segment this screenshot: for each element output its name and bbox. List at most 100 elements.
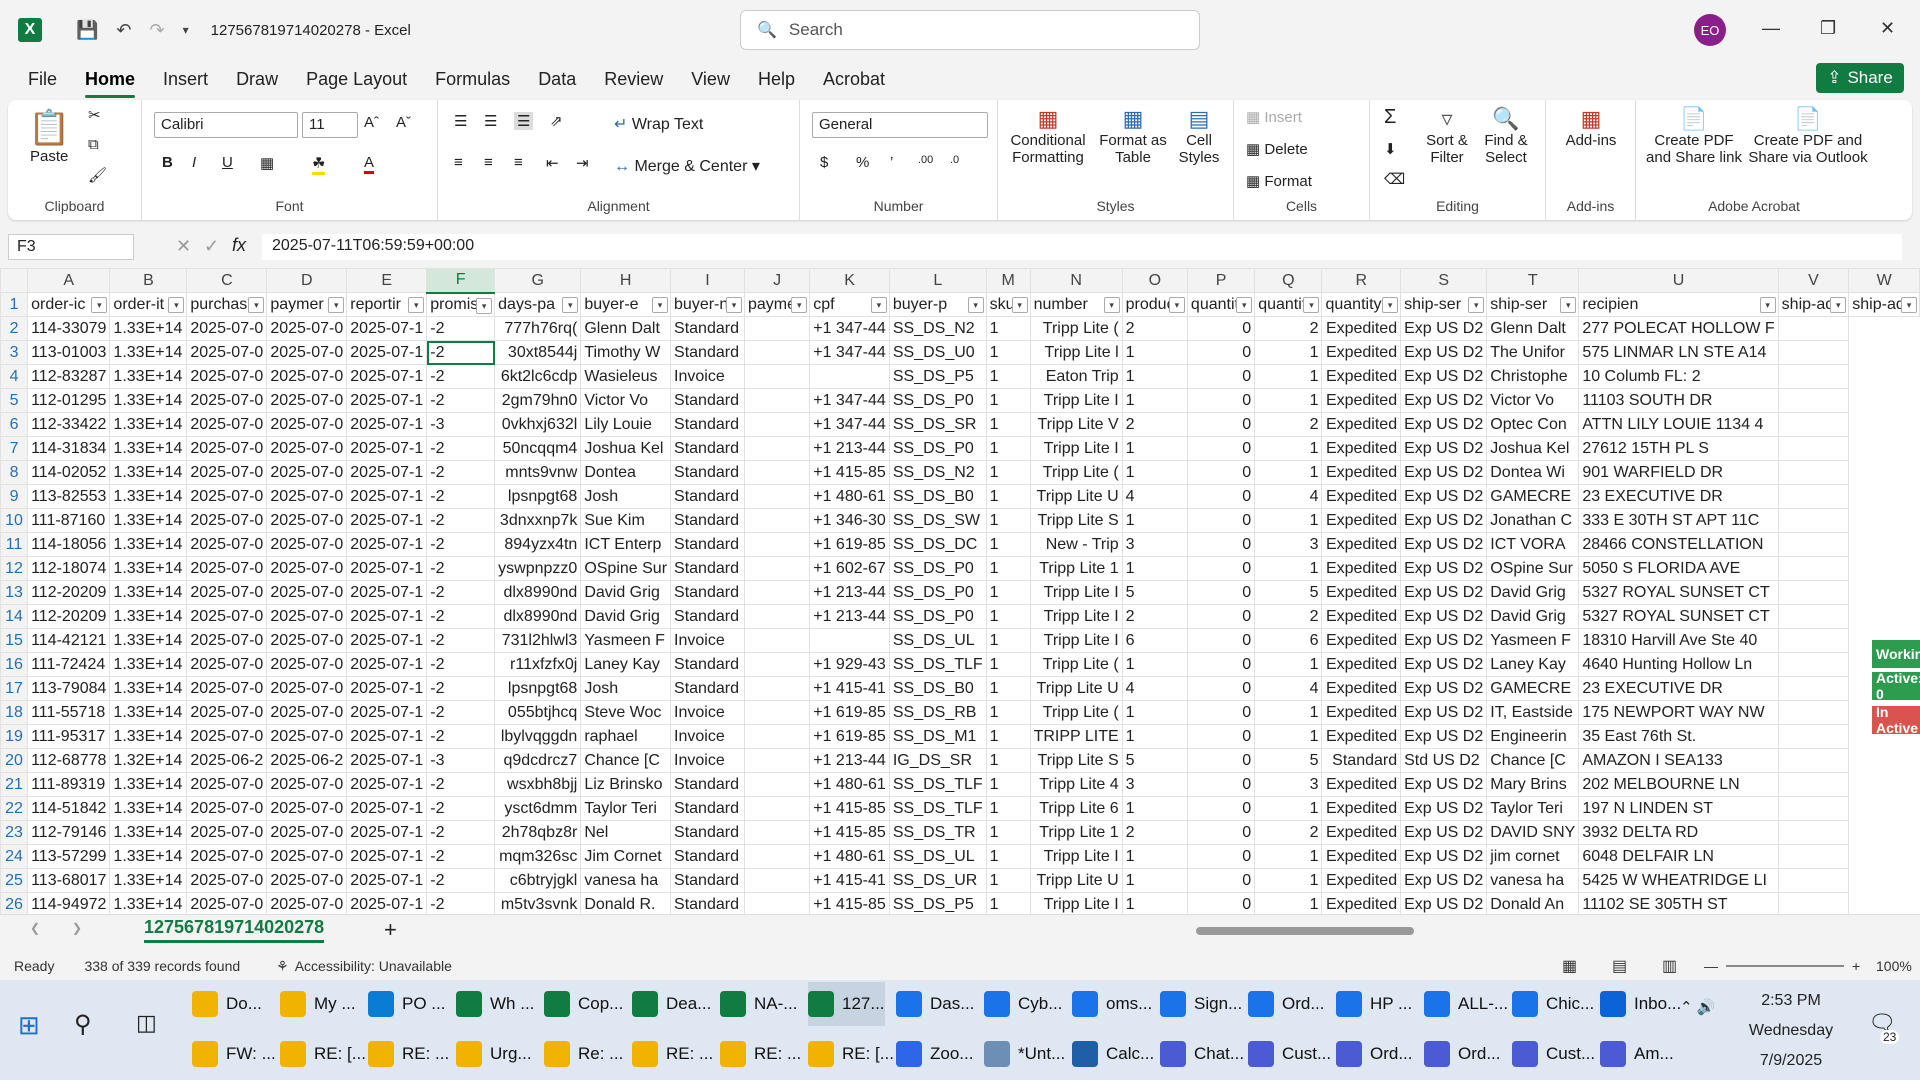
cell[interactable]: 2025-07-1 bbox=[346, 364, 428, 389]
cell[interactable]: Glenn Dalt bbox=[1486, 316, 1580, 341]
cell[interactable]: 2025-07-1 bbox=[346, 508, 428, 533]
horizontal-scrollbar[interactable] bbox=[1184, 921, 1884, 941]
cell[interactable] bbox=[743, 556, 811, 581]
cell[interactable]: +1 415-41 bbox=[809, 868, 890, 893]
customize-qat-icon[interactable]: ▾ bbox=[183, 23, 189, 37]
cell[interactable]: 1.33E+14 bbox=[109, 316, 188, 341]
align-middle-icon[interactable]: ☰ bbox=[484, 112, 497, 130]
cell[interactable]: Expedited bbox=[1321, 796, 1402, 821]
cell[interactable]: 1 bbox=[985, 628, 1031, 653]
cell[interactable]: 1 bbox=[985, 556, 1031, 581]
cell[interactable]: -2 bbox=[426, 820, 496, 845]
avatar[interactable]: EO bbox=[1694, 14, 1726, 46]
row-header[interactable]: 10 bbox=[0, 508, 29, 533]
cell[interactable]: -2 bbox=[426, 508, 496, 533]
cell[interactable]: Expedited bbox=[1321, 772, 1402, 797]
cell[interactable]: 1 bbox=[985, 868, 1031, 893]
cell[interactable]: Tripp Lite 6 bbox=[1029, 796, 1123, 821]
column-title[interactable]: buyer-n ▾ bbox=[670, 292, 745, 317]
cell[interactable]: +1 213-44 bbox=[809, 580, 890, 605]
cell[interactable]: GAMECRE bbox=[1486, 676, 1580, 701]
cell[interactable]: +1 480-61 bbox=[809, 484, 890, 509]
cell[interactable] bbox=[743, 364, 811, 389]
cell[interactable]: Expedited bbox=[1321, 892, 1402, 914]
cell[interactable]: 2025-07-1 bbox=[346, 868, 428, 893]
cell[interactable]: 2025-07-1 bbox=[346, 652, 428, 677]
cell[interactable] bbox=[1777, 484, 1850, 509]
cell[interactable]: 2025-07-0 bbox=[186, 652, 268, 677]
cell[interactable]: 1 bbox=[1254, 460, 1323, 485]
cell[interactable]: Invoice bbox=[670, 724, 745, 749]
cell[interactable]: 114-51842 bbox=[27, 796, 111, 821]
cell[interactable]: 2025-07-1 bbox=[346, 604, 428, 629]
cell[interactable]: 35 East 76th St. bbox=[1578, 724, 1779, 749]
cell[interactable] bbox=[1777, 580, 1850, 605]
cell[interactable]: 2025-07-0 bbox=[186, 364, 268, 389]
cell[interactable]: 2025-07-0 bbox=[266, 412, 348, 437]
cell[interactable]: 1 bbox=[1121, 724, 1188, 749]
taskbar-app[interactable]: oms... bbox=[1072, 982, 1152, 1026]
cell[interactable] bbox=[1777, 700, 1850, 725]
cell[interactable]: 901 WARFIELD DR bbox=[1578, 460, 1779, 485]
filter-dropdown-icon[interactable]: ▾ bbox=[652, 297, 669, 313]
cell[interactable]: 112-01295 bbox=[27, 388, 111, 413]
cell[interactable]: 6 bbox=[1254, 628, 1323, 653]
cell[interactable]: 2025-07-1 bbox=[346, 580, 428, 605]
cell[interactable]: mnts9vnw bbox=[494, 460, 582, 485]
cell[interactable]: 1 bbox=[985, 532, 1031, 557]
cell[interactable]: 2025-07-0 bbox=[186, 892, 268, 914]
cell[interactable]: 2 bbox=[1121, 820, 1188, 845]
cell[interactable]: Standard bbox=[670, 316, 745, 341]
find-select-button[interactable]: 🔍 Find & Select bbox=[1478, 106, 1534, 166]
cell[interactable]: 1 bbox=[985, 748, 1031, 773]
cell[interactable]: Exp US D2 bbox=[1400, 724, 1488, 749]
column-title[interactable]: promise ▾ bbox=[426, 292, 496, 317]
cell[interactable]: 114-31834 bbox=[27, 436, 111, 461]
cell[interactable]: 23 EXECUTIVE DR bbox=[1578, 676, 1779, 701]
increase-decimal-icon[interactable]: .00 bbox=[918, 154, 933, 166]
cell[interactable]: Standard bbox=[670, 436, 745, 461]
restore-icon[interactable]: ❐ bbox=[1820, 18, 1836, 39]
decrease-decimal-icon[interactable]: .0 bbox=[950, 154, 959, 166]
column-header-q[interactable]: Q bbox=[1254, 268, 1323, 293]
cell[interactable]: IT, Eastside bbox=[1486, 700, 1580, 725]
clock[interactable]: 2:53 PM Wednesday 7/9/2025 bbox=[1736, 986, 1846, 1076]
cell[interactable]: 1 bbox=[1254, 796, 1323, 821]
cell[interactable]: 1 bbox=[1254, 892, 1323, 914]
cell[interactable]: Expedited bbox=[1321, 868, 1402, 893]
cell[interactable]: 2025-07-1 bbox=[346, 700, 428, 725]
tab-acrobat[interactable]: Acrobat bbox=[823, 69, 885, 90]
cut-icon[interactable]: ✂ bbox=[88, 106, 101, 124]
align-bottom-icon[interactable]: ☰ bbox=[514, 112, 534, 130]
cell[interactable]: Tripp Lite ( bbox=[1029, 460, 1123, 485]
cell[interactable]: 1.33E+14 bbox=[109, 364, 188, 389]
cell[interactable]: -2 bbox=[426, 628, 496, 653]
cell[interactable]: 1 bbox=[1121, 388, 1188, 413]
taskbar-app[interactable]: Urg... bbox=[456, 1032, 532, 1076]
cell[interactable]: 2025-07-0 bbox=[266, 460, 348, 485]
cell[interactable]: 2025-07-0 bbox=[266, 388, 348, 413]
cell[interactable]: 0 bbox=[1186, 580, 1256, 605]
cell[interactable]: Laney Kay bbox=[1486, 652, 1580, 677]
cell[interactable]: 2025-07-0 bbox=[186, 820, 268, 845]
cell[interactable]: 2025-07-0 bbox=[186, 676, 268, 701]
cell[interactable]: +1 929-43 bbox=[809, 652, 890, 677]
cell[interactable]: Standard bbox=[670, 508, 745, 533]
zoom-out-icon[interactable]: — bbox=[1704, 958, 1718, 974]
taskbar-app[interactable]: NA-... bbox=[720, 982, 797, 1026]
minimize-icon[interactable]: — bbox=[1762, 18, 1780, 39]
cell[interactable]: 1.33E+14 bbox=[109, 508, 188, 533]
cell[interactable]: Standard bbox=[670, 532, 745, 557]
select-all-corner[interactable] bbox=[0, 268, 29, 293]
cell[interactable]: 1 bbox=[985, 388, 1031, 413]
cell[interactable]: -2 bbox=[426, 436, 496, 461]
cell[interactable]: 5327 ROYAL SUNSET CT bbox=[1578, 604, 1779, 629]
page-layout-view-icon[interactable]: ▤ bbox=[1612, 956, 1627, 976]
cell[interactable]: -2 bbox=[426, 580, 496, 605]
cell[interactable]: 5327 ROYAL SUNSET CT bbox=[1578, 580, 1779, 605]
cell[interactable]: Expedited bbox=[1321, 820, 1402, 845]
cell[interactable]: 3932 DELTA RD bbox=[1578, 820, 1779, 845]
cell[interactable]: Tripp Lite S bbox=[1029, 508, 1123, 533]
cell[interactable]: -2 bbox=[426, 868, 496, 893]
column-header-t[interactable]: T bbox=[1486, 268, 1580, 293]
